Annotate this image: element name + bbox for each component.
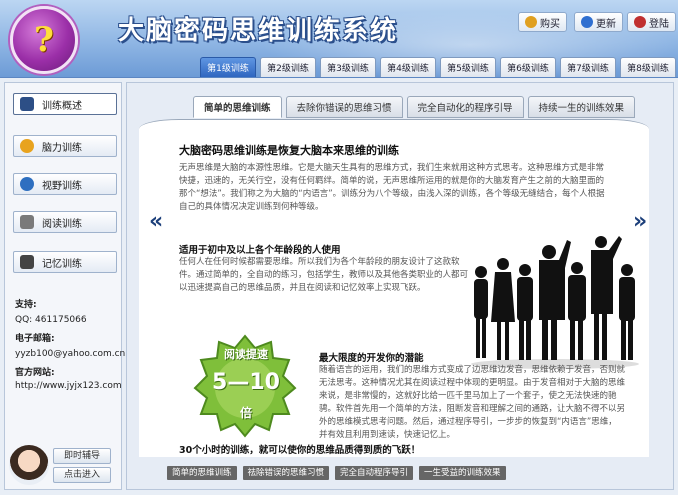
email-address[interactable]: yyzb100@yahoo.com.cn: [15, 349, 125, 359]
brain-icon: [20, 139, 34, 153]
sidebar-item-vision-training[interactable]: 视野训练: [13, 173, 117, 195]
bottom-tab-simple-training[interactable]: 简单的思维训练: [167, 466, 237, 480]
app-header: ? 大脑密码思维训练系统 购买 更新 登陆 第1级训练 第2级训练 第3级训练 …: [0, 0, 678, 78]
website-link[interactable]: http://www.jyjx123.com: [15, 381, 122, 391]
tagline: 30个小时的训练，就可以使你的思维品质得到质的飞跃！: [179, 445, 421, 456]
sidebar-item-memory-training[interactable]: 记忆训练: [13, 251, 117, 273]
tab-level-2[interactable]: 第2级训练: [260, 57, 316, 77]
tab-level-7[interactable]: 第7级训练: [560, 57, 616, 77]
tab-level-5[interactable]: 第5级训练: [440, 57, 496, 77]
badge-title: 阅读提速: [224, 348, 268, 361]
people-silhouettes-illustration: [471, 236, 639, 369]
tab-level-3[interactable]: 第3级训练: [320, 57, 376, 77]
audience-paragraph: 任何人在任何时候都需要思维。所以我们为各个年龄段的朋友设计了这款软件。通过简单的…: [179, 257, 469, 293]
sidebar-item-brain-training[interactable]: 脑力训练: [13, 135, 117, 157]
instant-tutoring-button[interactable]: 即时辅导: [53, 447, 111, 464]
tab-level-8[interactable]: 第8级训练: [620, 57, 676, 77]
tab-lifelong-effect[interactable]: 持续一生的训练效果: [527, 96, 636, 118]
intro-paragraph: 无声思维是大脑的本源性思维。它是大脑天生具有的思维方式，我们生来就用这种方式思考…: [179, 163, 605, 212]
eye-icon: [20, 177, 34, 191]
tab-level-4[interactable]: 第4级训练: [380, 57, 436, 77]
overview-tabs: 简单的思维训练 去除你错误的思维习惯 完全自动化的程序引导 持续一生的训练效果: [193, 96, 636, 118]
sidebar-item-reading-training[interactable]: 阅读训练: [13, 211, 117, 233]
content-heading: 大脑密码思维训练是恢复大脑本来思维的训练: [179, 144, 399, 157]
content-panel: 大脑密码思维训练是恢复大脑本来思维的训练 无声思维是大脑的本源性思维。它是大脑天…: [139, 119, 649, 457]
tab-level-1[interactable]: 第1级训练: [200, 57, 256, 77]
sidebar: 训练概述 脑力训练 视野训练 阅读训练 记忆训练 支持: QQ: 4611750…: [4, 82, 125, 490]
memory-icon: [20, 255, 34, 269]
badge-unit: 倍: [239, 406, 252, 420]
brain-logo: ?: [10, 6, 78, 74]
id-card-icon: [20, 97, 34, 111]
bottom-tab-strip: 简单的思维训练 祛除错误的思维习惯 完全自动程序导引 一生受益的训练效果: [167, 466, 506, 480]
live-assist[interactable]: 即时辅导 点击进入: [9, 443, 117, 487]
buy-button[interactable]: 购买: [518, 12, 567, 32]
cart-icon: [525, 16, 537, 28]
next-arrow-icon[interactable]: »: [633, 209, 647, 234]
support-label: 支持:: [15, 300, 37, 310]
prev-arrow-icon[interactable]: «: [149, 209, 163, 234]
potential-heading: 最大限度的开发你的潜能: [319, 353, 424, 364]
refresh-icon: [581, 16, 593, 28]
bottom-tab-remove-habits[interactable]: 祛除错误的思维习惯: [242, 466, 330, 480]
login-icon: [634, 16, 646, 28]
enter-button[interactable]: 点击进入: [53, 466, 111, 483]
update-button[interactable]: 更新: [574, 12, 623, 32]
tab-auto-guide[interactable]: 完全自动化的程序引导: [406, 96, 524, 118]
website-label: 官方网站:: [15, 368, 55, 378]
tab-level-6[interactable]: 第6级训练: [500, 57, 556, 77]
tab-remove-habits[interactable]: 去除你错误的思维习惯: [285, 96, 403, 118]
book-icon: [20, 215, 34, 229]
potential-paragraph: 随着语言的运用，我们的思维方式变成了边思维边发音，思维依赖于发音，否则就无法思考…: [319, 365, 626, 440]
main-content: 简单的思维训练 去除你错误的思维习惯 完全自动化的程序引导 持续一生的训练效果 …: [126, 82, 674, 490]
login-button[interactable]: 登陆: [627, 12, 676, 32]
sidebar-item-overview[interactable]: 训练概述: [13, 93, 117, 115]
assistant-avatar: [9, 445, 49, 485]
app-title: 大脑密码思维训练系统: [118, 16, 399, 46]
tab-simple-training[interactable]: 简单的思维训练: [193, 96, 282, 118]
badge-multiplier: 5—10: [212, 370, 280, 395]
level-tabs: 第1级训练 第2级训练 第3级训练 第4级训练 第5级训练 第6级训练 第7级训…: [200, 57, 676, 77]
email-label: 电子邮箱:: [15, 334, 55, 344]
bottom-tab-auto-guide[interactable]: 完全自动程序导引: [335, 466, 414, 480]
qq-number: QQ: 461175066: [15, 315, 87, 325]
logo-question-mark: ?: [34, 20, 54, 60]
bottom-tab-lifelong-effect[interactable]: 一生受益的训练效果: [419, 466, 506, 480]
audience-heading: 适用于初中及以上各个年龄段的人使用: [179, 245, 341, 256]
